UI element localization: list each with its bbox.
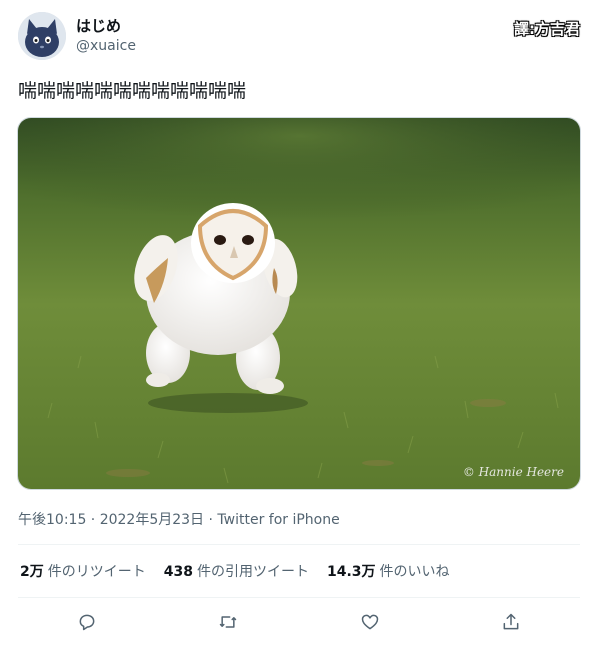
divider <box>18 544 580 545</box>
reply-button[interactable] <box>69 604 105 640</box>
share-icon <box>503 613 519 630</box>
owl-photo <box>18 118 580 489</box>
tweet-photo[interactable]: © Hannie Heere <box>17 117 581 490</box>
tweet-text: 喘喘喘喘喘喘喘喘喘喘喘喘 <box>18 80 247 102</box>
retweets-label: 件のリツイート <box>47 564 146 580</box>
retweet-icon <box>219 616 237 628</box>
share-button[interactable] <box>493 604 529 640</box>
display-name[interactable]: はじめ <box>76 16 136 36</box>
retweets-count: 2万 <box>20 564 44 580</box>
engagement-stats: 2万 件のリツイート 438 件の引用ツイート 14.3万 件のいいね <box>20 562 450 582</box>
like-icon <box>361 614 379 630</box>
author-names: はじめ @xuaice <box>76 16 136 56</box>
likes-count: 14.3万 <box>326 564 376 580</box>
quotes-label: 件の引用ツイート <box>196 564 309 580</box>
quotes-count: 438 <box>163 564 193 580</box>
tweet-header: はじめ @xuaice 譯:方吉君 <box>18 12 580 64</box>
user-handle[interactable]: @xuaice <box>76 36 136 56</box>
likes-stat[interactable]: 14.3万 件のいいね <box>327 562 450 582</box>
likes-label: 件のいいね <box>379 564 450 580</box>
avatar[interactable] <box>18 12 66 60</box>
retweet-button[interactable] <box>210 604 246 640</box>
divider <box>18 597 580 598</box>
translator-credit: 譯:方吉君 <box>514 20 580 38</box>
retweets-stat[interactable]: 2万 件のリツイート <box>20 562 146 582</box>
like-button[interactable] <box>352 604 388 640</box>
photo-credit: © Hannie Heere <box>462 465 564 479</box>
reply-icon <box>79 614 95 631</box>
tweet-timestamp[interactable]: 午後10:15 · 2022年5月23日 · Twitter for iPhon… <box>18 510 340 530</box>
avatar-cat-icon <box>18 12 66 60</box>
quotes-stat[interactable]: 438 件の引用ツイート <box>164 562 309 582</box>
action-bar <box>18 604 580 640</box>
